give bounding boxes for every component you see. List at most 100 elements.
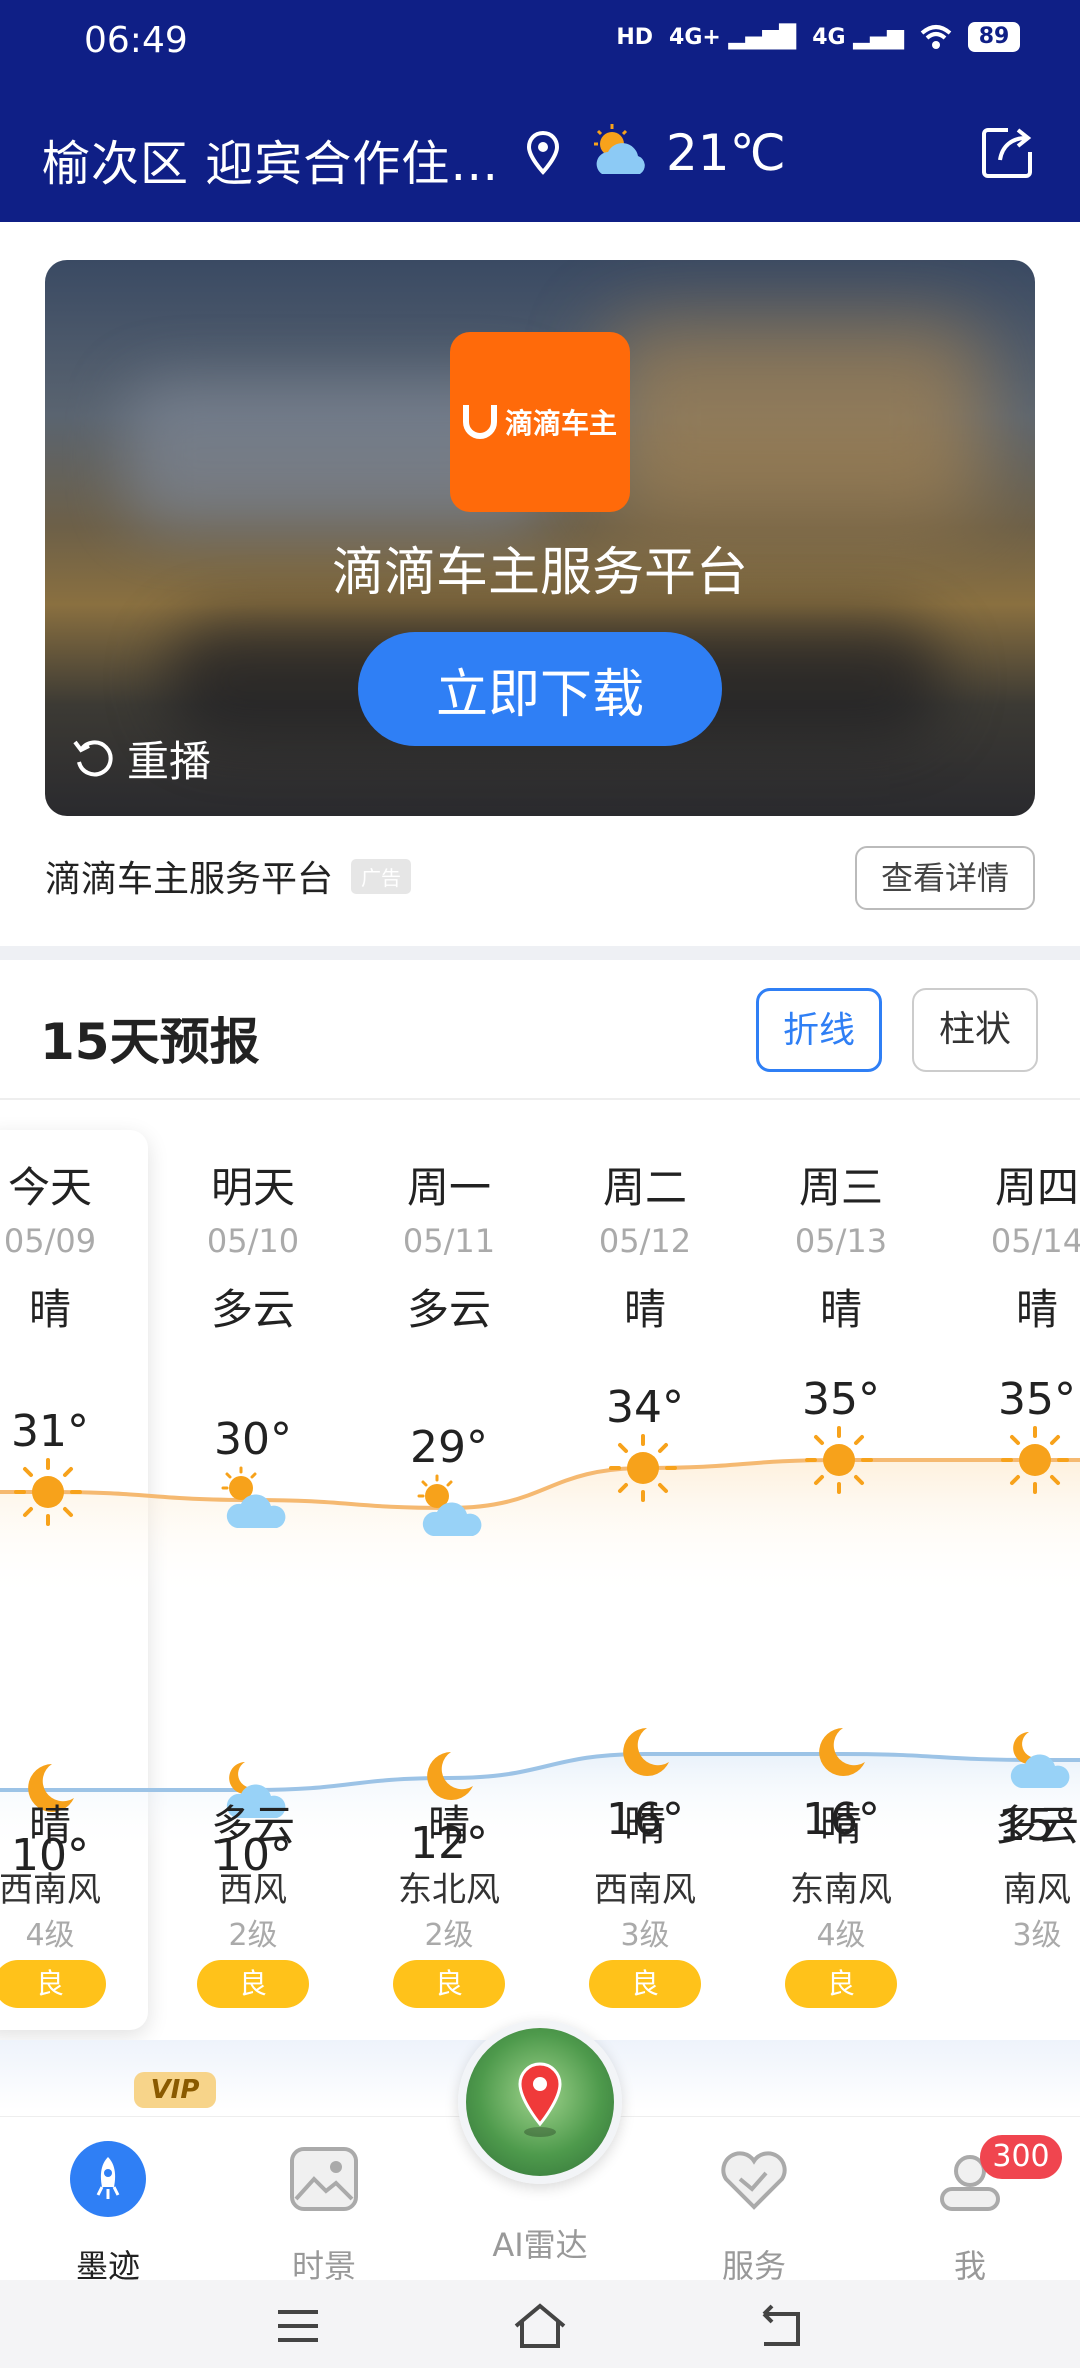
ad-title: 滴滴车主服务平台 <box>331 543 748 603</box>
aqi-badge: 良 <box>0 1960 106 2008</box>
menu-icon[interactable] <box>276 2306 320 2346</box>
day-date: 05/14 <box>990 1222 1080 1260</box>
ad-caption: 滴滴车主服务平台 广告 <box>45 850 412 902</box>
forecast-day-column[interactable]: 周一 05/11 多云 29° 12° 晴东北风 2级良 <box>351 1130 547 2030</box>
wind-direction: 南风 <box>1003 1870 1071 1910</box>
share-icon[interactable] <box>978 122 1038 182</box>
signal-4g-icon: 4G ▂▄▆ <box>812 24 904 50</box>
day-name: 周三 <box>798 1163 883 1212</box>
scroll-edge <box>0 222 1080 262</box>
day-icon-wrap <box>215 1464 295 1540</box>
wind-direction: 东南风 <box>790 1870 892 1910</box>
status-bar: 06:49 HD 4G+ ▂▄▆█ 4G ▂▄▆ 89 <box>0 0 1080 86</box>
battery-icon: 89 <box>968 22 1020 52</box>
high-temp: 35° <box>802 1374 880 1425</box>
day-condition: 多云 <box>406 1285 491 1334</box>
day-icon-wrap <box>607 1432 679 1508</box>
wind-level: 3级 <box>1012 1918 1062 1953</box>
forecast-divider <box>0 1098 1080 1100</box>
forecast-day-column[interactable]: 周四 05/14 晴 35° 15° 多云 南风 3级 <box>939 1130 1080 2030</box>
partly-cloudy-icon <box>221 1466 286 1528</box>
wind-direction: 东北风 <box>398 1870 500 1910</box>
forecast-day-column[interactable]: 明天 05/10 多云 30° 10° 多云 西风 2级良 <box>155 1130 351 2030</box>
cloudy-night-icon <box>1010 1732 1070 1788</box>
ad-banner[interactable]: 滴滴车主 滴滴车主服务平台 立即下载 重播 <box>45 260 1035 816</box>
high-temp: 35° <box>998 1374 1076 1425</box>
view-details-button[interactable]: 查看详情 <box>855 846 1035 910</box>
status-time: 06:49 <box>84 20 188 61</box>
day-date: 05/09 <box>3 1222 97 1260</box>
section-divider <box>0 946 1080 960</box>
day-name: 周一 <box>406 1163 491 1212</box>
aqi-badge: 良 <box>785 1960 897 2008</box>
forecast-title: 15天预报 <box>40 1013 260 1071</box>
night-condition: 晴 <box>28 1801 71 1850</box>
replay-label: 重播 <box>127 737 212 786</box>
day-condition: 多云 <box>210 1285 295 1334</box>
night-condition: 晴 <box>623 1801 666 1850</box>
night-condition: 晴 <box>427 1801 470 1850</box>
home-icon[interactable] <box>512 2302 568 2350</box>
night-condition: 多云 <box>994 1801 1079 1850</box>
rocket-icon <box>70 2141 146 2217</box>
wind-direction: 西风 <box>219 1870 287 1910</box>
high-temp: 29° <box>410 1422 488 1473</box>
location-header: 榆次区 迎宾合作住… 21℃ <box>0 86 1080 222</box>
forecast-day-column[interactable]: 周三 05/13 晴 35° 16° 晴东南风 4级良 <box>743 1130 939 2030</box>
forecast-days[interactable]: 今天 05/09 晴 31° 10° 晴西南风 4级良明天 05/10 多云 30° 10° 多云 西风… <box>0 1130 1080 2030</box>
day-name: 明天 <box>210 1163 295 1212</box>
sun-icon <box>1001 1426 1069 1494</box>
forecast-day-column[interactable]: 今天 05/09 晴 31° 10° 晴西南风 4级良 <box>0 1130 148 2030</box>
radar-map-icon <box>518 2062 562 2137</box>
day-condition: 晴 <box>28 1285 71 1334</box>
night-icon-wrap <box>999 1724 1079 1800</box>
system-nav-bar <box>0 2280 1080 2368</box>
replay-button[interactable]: 重播 <box>71 728 211 789</box>
wind-level: 2级 <box>424 1918 474 1953</box>
day-date: 05/12 <box>598 1222 692 1260</box>
download-button[interactable]: 立即下载 <box>358 632 722 746</box>
day-name: 周二 <box>602 1163 687 1212</box>
wifi-icon <box>920 25 952 49</box>
high-temp: 31° <box>11 1406 89 1457</box>
partly-cloudy-icon <box>594 124 645 174</box>
status-icons: HD 4G+ ▂▄▆█ 4G ▂▄▆ 89 <box>616 22 1020 52</box>
ad-caption-text: 滴滴车主服务平台 <box>45 859 334 900</box>
wind-level: 3级 <box>620 1918 670 1953</box>
sun-icon <box>805 1426 873 1494</box>
hd-indicator: HD <box>616 24 654 50</box>
line-view-toggle[interactable]: 折线 <box>756 988 882 1072</box>
high-temp: 34° <box>606 1382 684 1433</box>
sun-icon <box>609 1434 677 1502</box>
day-condition: 晴 <box>819 1285 862 1334</box>
day-icon-wrap <box>411 1472 491 1548</box>
location-pin-icon[interactable] <box>526 130 560 176</box>
wind-level: 4级 <box>816 1918 866 1953</box>
current-temperature: 21℃ <box>666 124 786 182</box>
ad-app-logo[interactable]: 滴滴车主 <box>450 332 630 512</box>
ai-radar-button[interactable] <box>458 2020 622 2184</box>
wind-level: 2级 <box>228 1918 278 1953</box>
aqi-badge: 良 <box>393 1960 505 2008</box>
night-icon-wrap <box>803 1718 875 1794</box>
nav-label-ai-radar: AI雷达 <box>492 2226 588 2264</box>
vip-badge[interactable]: VIP <box>134 2072 216 2108</box>
heart-handshake-icon <box>721 2151 787 2210</box>
wind-direction: 西南风 <box>594 1870 696 1910</box>
aqi-badge: 良 <box>589 1960 701 2008</box>
day-icon-wrap <box>803 1424 875 1500</box>
location-label[interactable]: 榆次区 迎宾合作住… <box>42 124 499 194</box>
high-temp: 30° <box>214 1414 292 1465</box>
photo-icon <box>290 2147 358 2211</box>
back-icon[interactable] <box>754 2304 804 2348</box>
night-icon-wrap <box>607 1718 679 1794</box>
day-icon-wrap <box>999 1424 1071 1500</box>
wind-direction: 西南风 <box>0 1870 101 1910</box>
day-date: 05/10 <box>206 1222 300 1260</box>
aqi-badge: 良 <box>197 1960 309 2008</box>
forecast-day-column[interactable]: 周二 05/12 晴 34° 16° 晴西南风 3级良 <box>547 1130 743 2030</box>
bar-view-toggle[interactable]: 柱状 <box>912 988 1038 1072</box>
moon-icon <box>623 1728 669 1776</box>
ad-tag: 广告 <box>351 858 412 894</box>
day-date: 05/11 <box>402 1222 496 1260</box>
